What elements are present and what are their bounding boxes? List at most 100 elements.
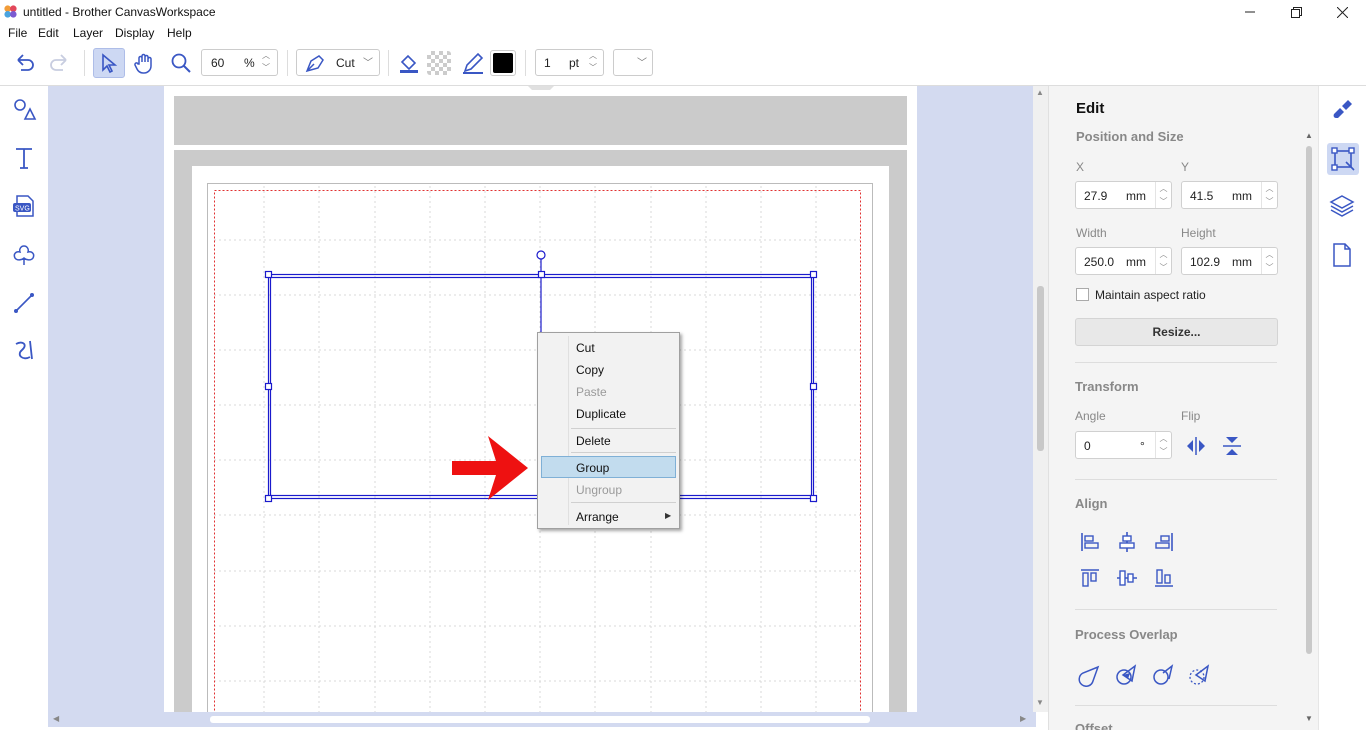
width-stepper-icon[interactable]: ︿ ﹀ (1155, 248, 1171, 274)
zoom-stepper-icon[interactable]: ︿ ﹀ (262, 50, 270, 74)
close-button[interactable] (1319, 0, 1365, 24)
menu-display[interactable]: Display (115, 26, 154, 40)
menu-layer[interactable]: Layer (73, 26, 103, 40)
flip-label: Flip (1181, 409, 1201, 423)
right-panel-tabs (1318, 86, 1366, 730)
menu-item-group[interactable]: Group (576, 461, 609, 475)
line-style-select[interactable]: ﹀ (613, 49, 653, 76)
restore-button[interactable] (1273, 0, 1319, 24)
menu-file[interactable]: File (8, 26, 27, 40)
maintain-aspect-checkbox[interactable] (1076, 288, 1089, 301)
magnifier-icon (171, 53, 191, 73)
restore-icon (1290, 6, 1302, 18)
subtract-icon (1153, 664, 1174, 685)
menu-item-arrange[interactable]: Arrange (576, 510, 619, 524)
tab-layers[interactable] (1328, 192, 1356, 220)
align-middle-icon (1117, 570, 1137, 586)
select-tool-button[interactable] (93, 48, 125, 78)
svg-import-button[interactable]: SVG (10, 192, 38, 220)
subtract-button[interactable] (1151, 661, 1177, 687)
align-center-button[interactable] (1114, 529, 1140, 555)
line-tool-button[interactable] (10, 289, 38, 317)
panel-divider (1075, 479, 1277, 480)
redo-button[interactable] (48, 52, 72, 74)
angle-stepper-icon[interactable]: ︿ ﹀ (1155, 432, 1171, 458)
exclude-button[interactable] (1187, 661, 1213, 687)
scroll-left-icon[interactable]: ◀ (53, 714, 59, 723)
shape-pattern-icon (13, 245, 35, 265)
panel-scroll-down-icon[interactable]: ▼ (1305, 714, 1313, 723)
close-icon (1336, 6, 1348, 18)
line-width-input[interactable]: 1 pt ︿ ﹀ (535, 49, 604, 76)
y-input[interactable]: 41.5 mm ︿ ﹀ (1181, 181, 1278, 209)
weld-button[interactable] (1077, 661, 1103, 687)
menu-help[interactable]: Help (167, 26, 192, 40)
horizontal-scrollbar[interactable]: ◀ ▶ (48, 712, 1036, 727)
x-input[interactable]: 27.9 mm ︿ ﹀ (1075, 181, 1172, 209)
intersect-button[interactable] (1114, 661, 1140, 687)
fill-color-button[interactable] (396, 50, 422, 76)
page-icon (1333, 243, 1351, 267)
line-color-button[interactable] (460, 50, 486, 76)
scroll-up-icon[interactable]: ▲ (1036, 88, 1044, 97)
svg-text:SVG: SVG (15, 206, 30, 213)
align-middle-button[interactable] (1114, 565, 1140, 591)
align-left-button[interactable] (1077, 529, 1103, 555)
align-right-button[interactable] (1151, 529, 1177, 555)
horizontal-scroll-thumb[interactable] (210, 716, 870, 723)
angle-input[interactable]: 0 ° ︿ ﹀ (1075, 431, 1172, 459)
pan-tool-button[interactable] (132, 50, 158, 76)
tab-paint[interactable] (1328, 96, 1356, 124)
menu-item-duplicate[interactable]: Duplicate (576, 407, 626, 421)
zoom-input[interactable]: 60 % ︿ ﹀ (201, 49, 278, 76)
align-top-button[interactable] (1077, 565, 1103, 591)
mode-select[interactable]: Cut ﹀ (296, 49, 380, 76)
panel-scroll-up-icon[interactable]: ▲ (1305, 131, 1313, 140)
width-label: Width (1076, 226, 1107, 240)
vertical-scroll-thumb[interactable] (1037, 286, 1044, 451)
line-width-stepper-icon[interactable]: ︿ ﹀ (589, 50, 597, 74)
tab-page[interactable] (1328, 241, 1356, 269)
minimize-button[interactable] (1227, 0, 1273, 24)
curve-tool-button[interactable] (10, 336, 38, 364)
menu-item-ungroup: Ungroup (576, 483, 623, 497)
y-value: 41.5 (1190, 189, 1214, 203)
fill-color-swatch[interactable] (427, 51, 451, 75)
svg-file-icon: SVG (13, 195, 34, 217)
height-stepper-icon[interactable]: ︿ ﹀ (1261, 248, 1277, 274)
align-center-icon (1119, 532, 1135, 552)
align-right-icon (1155, 533, 1173, 551)
menu-item-cut[interactable]: Cut (576, 341, 595, 355)
menu-edit[interactable]: Edit (38, 26, 59, 40)
chevron-down-icon: ﹀ (637, 58, 647, 69)
pattern-tool-button[interactable] (10, 241, 38, 269)
undo-button[interactable] (12, 52, 36, 74)
submenu-arrow-icon: ▶ (665, 511, 672, 520)
shapes-tool-button[interactable] (10, 96, 38, 124)
resize-button[interactable]: Resize... (1075, 318, 1278, 346)
scroll-down-icon[interactable]: ▼ (1036, 698, 1044, 707)
y-stepper-icon[interactable]: ︿ ﹀ (1261, 182, 1277, 208)
align-bottom-button[interactable] (1151, 565, 1177, 591)
line-color-swatch[interactable] (490, 50, 516, 76)
menu-item-delete[interactable]: Delete (576, 434, 611, 448)
zoom-tool-button[interactable] (168, 50, 194, 76)
vertical-scrollbar[interactable]: ▲ ▼ (1033, 86, 1048, 712)
flip-horizontal-button[interactable] (1183, 433, 1209, 459)
panel-scroll-thumb[interactable] (1306, 146, 1312, 654)
scroll-right-icon[interactable]: ▶ (1020, 714, 1026, 723)
align-left-icon (1081, 533, 1099, 551)
text-tool-button[interactable] (10, 144, 38, 172)
flip-vertical-button[interactable] (1219, 433, 1245, 459)
width-unit: mm (1126, 255, 1146, 269)
flip-horizontal-icon (1187, 437, 1205, 455)
y-unit: mm (1232, 189, 1252, 203)
tab-edit[interactable] (1327, 143, 1359, 175)
menu-item-copy[interactable]: Copy (576, 363, 604, 377)
height-input[interactable]: 102.9 mm ︿ ﹀ (1181, 247, 1278, 275)
undo-icon (17, 54, 34, 71)
hand-icon (134, 53, 152, 74)
angle-unit: ° (1140, 439, 1145, 453)
width-input[interactable]: 250.0 mm ︿ ﹀ (1075, 247, 1172, 275)
x-stepper-icon[interactable]: ︿ ﹀ (1155, 182, 1171, 208)
